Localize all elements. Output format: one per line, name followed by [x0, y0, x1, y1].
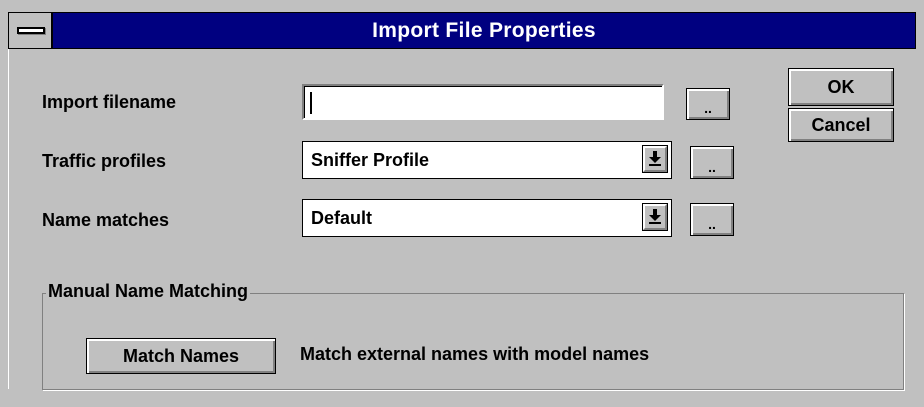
name-matches-browse-button[interactable]: .. [690, 203, 734, 236]
name-matches-label: Name matches [42, 210, 170, 230]
traffic-profiles-browse-button[interactable]: .. [690, 146, 734, 179]
system-menu-icon[interactable] [9, 13, 53, 48]
import-filename-browse-button[interactable]: .. [686, 88, 730, 120]
title-bar[interactable]: Import File Properties [8, 12, 916, 49]
match-names-button[interactable]: Match Names [86, 338, 276, 374]
name-matches-select[interactable]: Default [302, 199, 672, 237]
window-frame-edge [8, 49, 9, 389]
match-names-description: Match external names with model names [300, 344, 650, 364]
import-filename-input[interactable] [302, 84, 664, 120]
dropdown-arrow-icon[interactable] [642, 203, 668, 231]
window-title: Import File Properties [372, 19, 596, 42]
import-file-properties-dialog: Import File Properties Import filename .… [0, 0, 924, 407]
traffic-profiles-label: Traffic profiles [42, 151, 167, 171]
text-caret [310, 92, 312, 114]
cancel-button[interactable]: Cancel [788, 108, 894, 142]
traffic-profiles-value: Sniffer Profile [311, 149, 430, 170]
manual-name-matching-title: Manual Name Matching [46, 281, 251, 302]
ok-button[interactable]: OK [788, 68, 894, 106]
traffic-profiles-select[interactable]: Sniffer Profile [302, 141, 672, 179]
name-matches-value: Default [311, 207, 373, 228]
dropdown-arrow-icon[interactable] [642, 145, 668, 173]
import-filename-label: Import filename [42, 92, 177, 112]
